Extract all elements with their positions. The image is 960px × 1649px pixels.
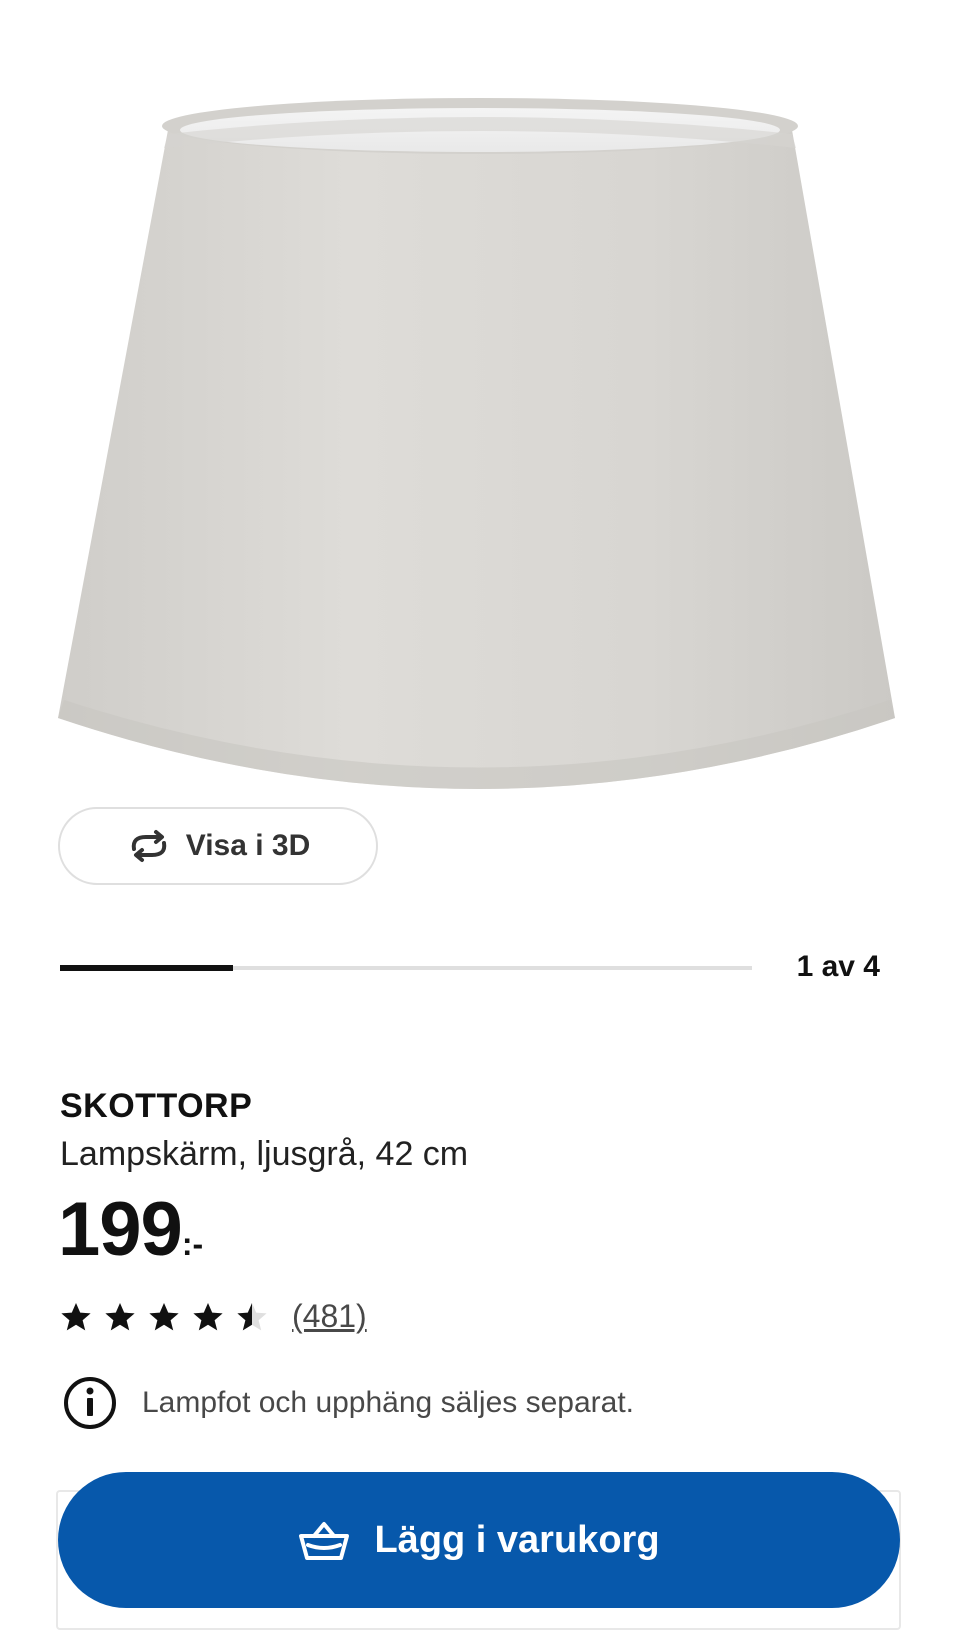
product-notice: Lampfot och upphäng säljes separat. — [62, 1375, 634, 1431]
star-icon — [193, 1302, 223, 1330]
star-icon — [149, 1302, 179, 1330]
product-name[interactable]: SKOTTORP — [60, 1087, 252, 1126]
info-icon — [64, 1377, 116, 1429]
product-description: Lampskärm, ljusgrå, 42 cm — [60, 1135, 469, 1173]
gallery-progress-track[interactable] — [60, 965, 752, 971]
rotate-3d-icon — [131, 830, 166, 862]
review-count-link[interactable]: (481) — [292, 1298, 367, 1335]
notice-text: Lampfot och upphäng säljes separat. — [142, 1386, 634, 1419]
star-icon — [237, 1302, 267, 1330]
star-icon — [105, 1302, 135, 1330]
product-price: 199 :- — [58, 1190, 203, 1270]
add-to-cart-label: Lägg i varukorg — [374, 1518, 660, 1561]
star-icon — [61, 1302, 91, 1330]
product-gallery[interactable]: Visa i 3D 1 av 4 — [0, 0, 960, 983]
lampshade-image[interactable] — [40, 70, 920, 860]
rating[interactable]: (481) — [60, 1298, 367, 1335]
price-amount: 199 — [58, 1187, 183, 1272]
gallery-progress-fill — [60, 965, 233, 971]
price-suffix: :- — [181, 1226, 204, 1262]
add-to-cart-button[interactable]: Lägg i varukorg — [58, 1472, 900, 1608]
shopping-basket-icon — [299, 1522, 350, 1560]
image-counter: 1 av 4 — [796, 950, 880, 983]
rating-stars — [60, 1301, 268, 1333]
view-3d-label: Visa i 3D — [185, 829, 311, 862]
view-3d-button[interactable]: Visa i 3D — [58, 807, 378, 885]
